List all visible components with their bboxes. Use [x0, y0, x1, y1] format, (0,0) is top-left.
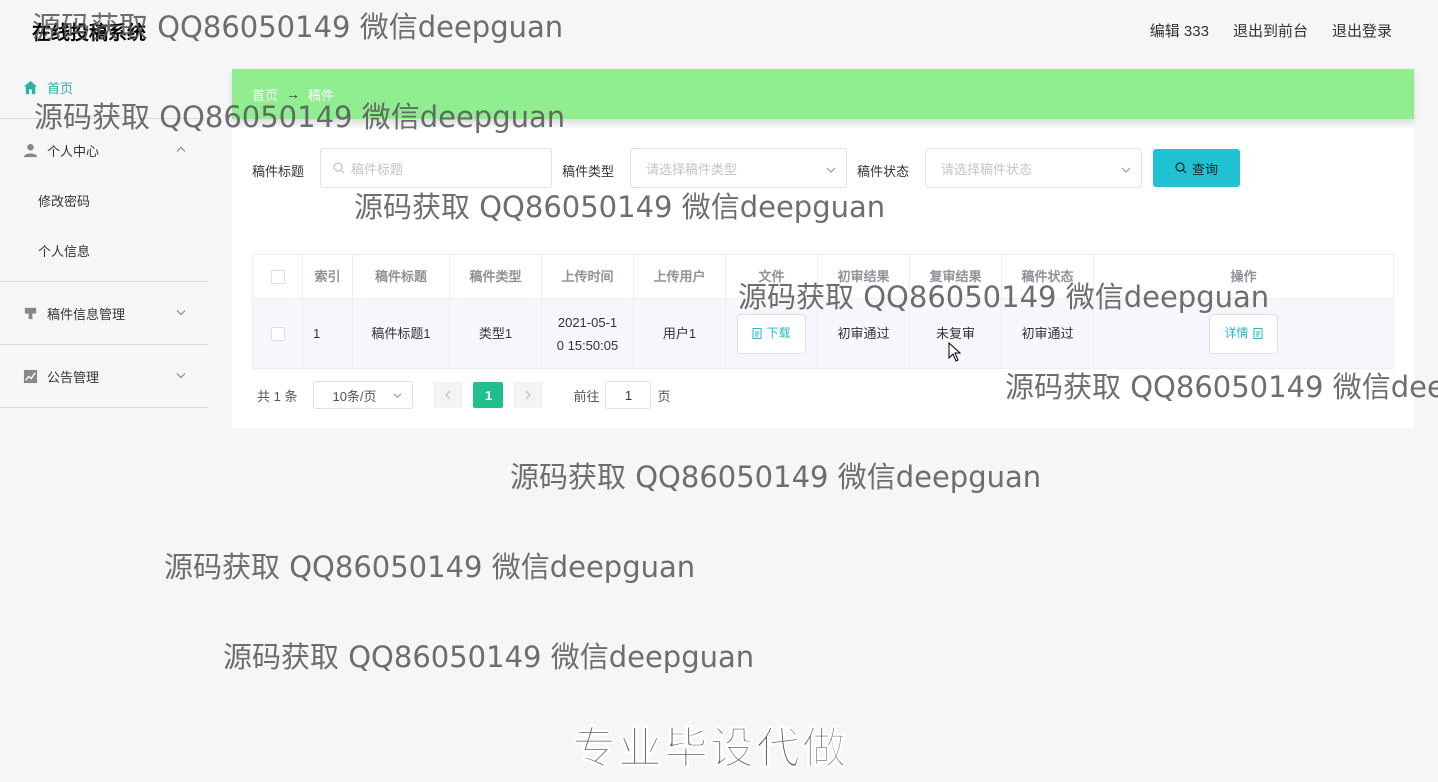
header-first-review: 初审结果 [818, 255, 910, 298]
upload-time-line: 0 15:50:05 [556, 337, 619, 353]
table-header-row: 索引 稿件标题 稿件类型 上传时间 上传用户 文件 初审结果 复审结果 稿件状态… [253, 255, 1393, 299]
chart-icon [22, 368, 38, 384]
breadcrumb-arrow: → [286, 86, 301, 102]
logout-link[interactable]: 退出登录 [1332, 20, 1392, 41]
page-suffix: 页 [657, 388, 671, 404]
user-label[interactable]: 编辑 333 [1150, 20, 1209, 41]
sidebar-item-manuscript-management[interactable]: 稿件信息管理 [0, 288, 208, 338]
chevron-down-icon [176, 306, 186, 321]
chevron-down-icon [1121, 163, 1131, 178]
sidebar-item-notice-management[interactable]: 公告管理 [0, 351, 208, 401]
cell-title: 稿件标题1 [353, 299, 450, 368]
status-select-placeholder: 请选择稿件状态 [941, 161, 1033, 177]
download-button[interactable]: 下载 [737, 313, 806, 354]
sidebar-item-home[interactable]: 首页 [0, 62, 208, 112]
prev-page-button[interactable] [433, 382, 464, 408]
watermark: 源码获取 QQ86050149 微信deepguan [164, 550, 696, 584]
chevron-right-icon [526, 390, 532, 400]
cell-upload-time: 2021-05-1 0 15:50:05 [542, 299, 634, 368]
row-checkbox[interactable] [270, 326, 285, 341]
total-count: 共 1 条 [257, 388, 298, 404]
watermark: 源码获取 QQ86050149 微信deepguan [510, 460, 1042, 494]
cell-uploader: 用户1 [634, 299, 726, 368]
sidebar-item-label: 个人中心 [47, 143, 100, 159]
watermark: 源码获取 QQ86050149 微信deepguan [223, 640, 755, 674]
divider [0, 118, 208, 119]
header-file: 文件 [726, 255, 818, 298]
type-filter-label: 稿件类型 [562, 164, 615, 179]
detail-button[interactable]: 详情 [1209, 313, 1278, 354]
search-icon [1175, 162, 1187, 174]
header-type: 稿件类型 [450, 255, 542, 298]
document-icon [752, 328, 762, 339]
cell-type: 类型1 [450, 299, 542, 368]
main-panel: 稿件标题 稿件标题 稿件类型 请选择稿件类型 稿件状态 请选择稿件状态 查询 索… [232, 128, 1414, 428]
sidebar-item-label: 首页 [47, 80, 74, 96]
app-title: 在线投稿系统 [32, 23, 147, 44]
select-all-checkbox[interactable] [270, 269, 285, 284]
sidebar-item-personal-center[interactable]: 个人中心 [0, 125, 208, 175]
page-size-select[interactable]: 10条/页 [313, 381, 414, 409]
title-search-input[interactable]: 稿件标题 [320, 148, 552, 188]
cell-index: 1 [303, 299, 353, 368]
pagination: 共 1 条 10条/页 1 前往 1 页 [257, 381, 671, 409]
cell-file: 下载 [726, 299, 818, 368]
home-icon [22, 79, 38, 95]
chevron-left-icon [445, 390, 451, 400]
document-icon [1253, 328, 1263, 339]
header-status: 稿件状态 [1002, 255, 1094, 298]
header-title: 稿件标题 [353, 255, 450, 298]
query-button[interactable]: 查询 [1153, 149, 1240, 187]
status-filter-label: 稿件状态 [857, 164, 910, 179]
back-to-front-link[interactable]: 退出到前台 [1233, 20, 1308, 41]
status-select[interactable]: 请选择稿件状态 [925, 148, 1142, 188]
search-icon [333, 162, 345, 174]
divider [0, 281, 208, 282]
title-filter-label: 稿件标题 [252, 164, 305, 179]
header-second-review: 复审结果 [910, 255, 1002, 298]
goto-page-input[interactable]: 1 [605, 381, 652, 409]
promo-text: 专业毕设代做 [572, 723, 848, 775]
next-page-button[interactable] [513, 382, 544, 408]
header-index: 索引 [303, 255, 353, 298]
sidebar-item-label: 稿件信息管理 [47, 306, 126, 322]
cell-action: 详情 [1094, 299, 1393, 368]
page-size-value: 10条/页 [332, 388, 377, 404]
header-select-all [253, 255, 303, 298]
breadcrumb-current: 稿件 [308, 87, 335, 103]
detail-button-label: 详情 [1224, 326, 1249, 340]
chevron-down-icon [176, 369, 186, 384]
cell-status: 初审通过 [1002, 299, 1094, 368]
top-nav: 编辑 333 退出到前台 退出登录 [1150, 20, 1392, 41]
sidebar-item-change-password[interactable]: 修改密码 [0, 175, 208, 225]
table-row: 1 稿件标题1 类型1 2021-05-1 0 15:50:05 用户1 下载 … [253, 299, 1393, 368]
chevron-down-icon [826, 163, 836, 178]
type-select[interactable]: 请选择稿件类型 [630, 148, 847, 188]
goto-label: 前往 [573, 388, 600, 404]
breadcrumb: 首页 → 稿件 [232, 69, 1414, 119]
cursor-icon [948, 341, 962, 365]
manuscript-table: 索引 稿件标题 稿件类型 上传时间 上传用户 文件 初审结果 复审结果 稿件状态… [252, 254, 1394, 369]
row-select [253, 299, 303, 368]
chevron-up-icon [176, 143, 186, 158]
chevron-down-icon [393, 391, 402, 400]
header-uploader: 上传用户 [634, 255, 726, 298]
header-upload-time: 上传时间 [542, 255, 634, 298]
sidebar: 首页 个人中心 修改密码 个人信息 稿件信息管理 公告管理 [0, 62, 208, 414]
sidebar-item-label: 公告管理 [47, 369, 100, 385]
query-button-label: 查询 [1191, 161, 1218, 177]
stamp-icon [22, 305, 38, 321]
cell-first-review: 初审通过 [818, 299, 910, 368]
title-search-placeholder: 稿件标题 [351, 161, 404, 177]
page-number-button[interactable]: 1 [473, 382, 504, 408]
header-action: 操作 [1230, 269, 1257, 284]
breadcrumb-home[interactable]: 首页 [252, 85, 278, 104]
divider [0, 407, 208, 408]
sidebar-item-personal-info[interactable]: 个人信息 [0, 225, 208, 275]
download-button-label: 下载 [766, 326, 791, 340]
divider [0, 344, 208, 345]
user-icon [22, 142, 38, 158]
upload-time-line: 2021-05-1 [557, 314, 618, 330]
type-select-placeholder: 请选择稿件类型 [646, 161, 738, 177]
